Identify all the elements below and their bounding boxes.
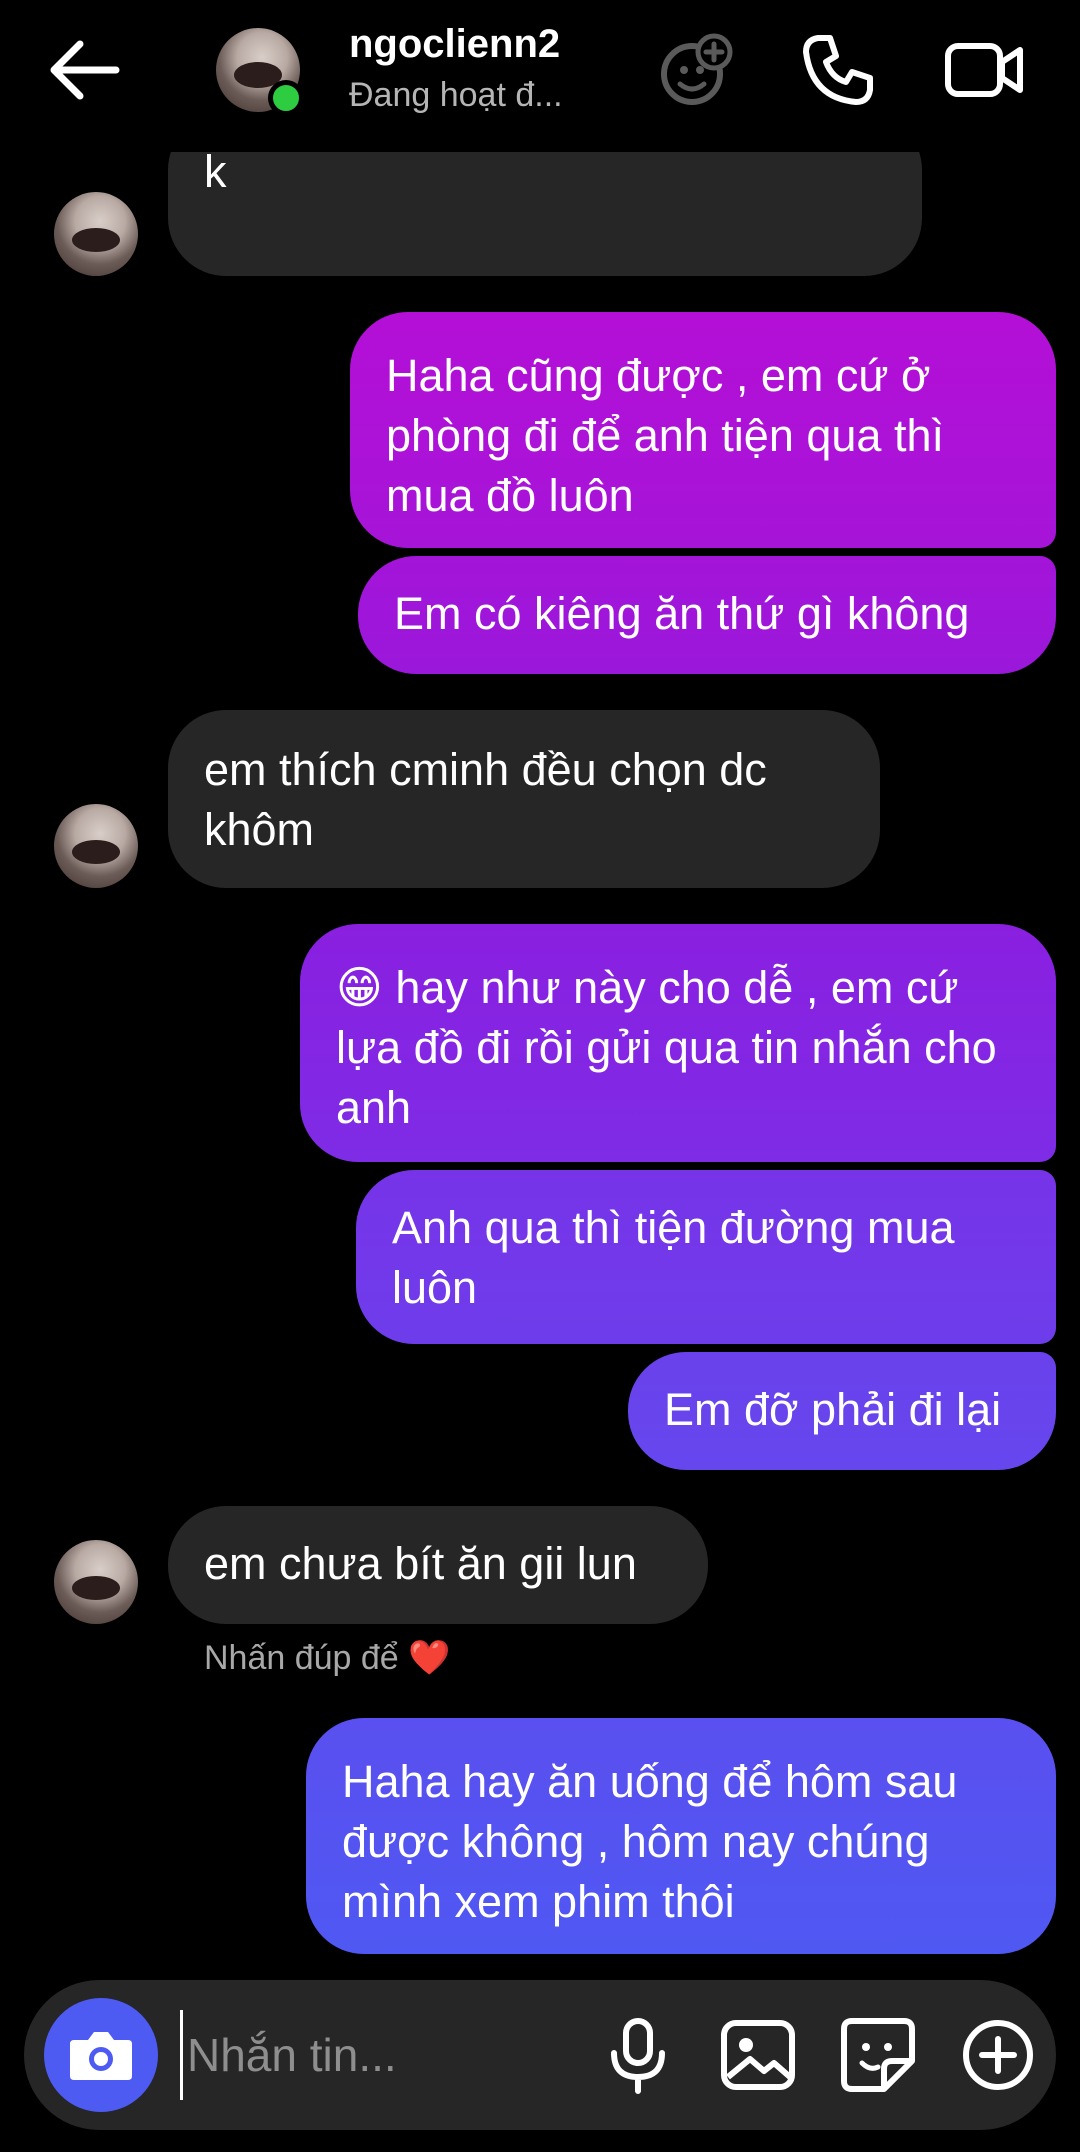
back-arrow-icon[interactable] — [46, 36, 122, 104]
contact-name[interactable]: ngoclienn2 — [349, 22, 560, 67]
message-text: Em có kiêng ăn thứ gì không — [394, 588, 970, 639]
double-tap-hint: Nhấn đúp để ❤️ — [204, 1639, 451, 1677]
message-outgoing[interactable]: 😁 hay như này cho dễ , em cứ lựa đồ đi r… — [300, 924, 1056, 1162]
message-text: Em đỡ phải đi lại — [664, 1384, 1002, 1435]
online-indicator — [268, 80, 304, 116]
message-composer — [24, 1980, 1056, 2130]
image-icon[interactable] — [716, 2013, 800, 2097]
add-effect-icon[interactable] — [656, 30, 736, 110]
message-text: Anh qua thì tiện đường mua luôn — [392, 1202, 955, 1313]
camera-icon — [70, 2032, 132, 2080]
message-outgoing[interactable]: Anh qua thì tiện đường mua luôn — [356, 1170, 1056, 1344]
plus-icon[interactable] — [956, 2013, 1040, 2097]
message-outgoing[interactable]: Em có kiêng ăn thứ gì không — [358, 556, 1056, 674]
video-icon[interactable] — [944, 30, 1024, 110]
sender-avatar[interactable] — [54, 1540, 138, 1624]
message-text: Haha hay ăn uống để hôm sau được không ,… — [342, 1756, 958, 1927]
microphone-icon[interactable] — [596, 2013, 680, 2097]
message-text: 😁 hay như này cho dễ , em cứ lựa đồ đi r… — [336, 962, 997, 1133]
message-incoming[interactable]: em thích cminh đều chọn dc khôm — [168, 710, 880, 888]
message-text: em thích cminh đều chọn dc khôm — [204, 744, 767, 855]
sticker-icon[interactable] — [836, 2013, 920, 2097]
phone-icon[interactable] — [798, 30, 878, 110]
chat-header: ngoclienn2 Đang hoạt đ... — [0, 0, 1080, 152]
message-incoming[interactable]: em chưa bít ăn gii lun — [168, 1506, 708, 1624]
message-text: Haha cũng được , em cứ ở phòng đi để anh… — [386, 350, 944, 521]
message-outgoing[interactable]: Haha hay ăn uống để hôm sau được không ,… — [306, 1718, 1056, 1954]
contact-status: Đang hoạt đ... — [349, 76, 563, 114]
message-text: em chưa bít ăn gii lun — [204, 1538, 637, 1589]
message-outgoing[interactable]: Em đỡ phải đi lại — [628, 1352, 1056, 1470]
sender-avatar[interactable] — [54, 192, 138, 276]
camera-button[interactable] — [44, 1998, 158, 2112]
message-input[interactable] — [180, 2010, 560, 2100]
sender-avatar[interactable] — [54, 804, 138, 888]
message-outgoing[interactable]: Haha cũng được , em cứ ở phòng đi để anh… — [350, 312, 1056, 548]
